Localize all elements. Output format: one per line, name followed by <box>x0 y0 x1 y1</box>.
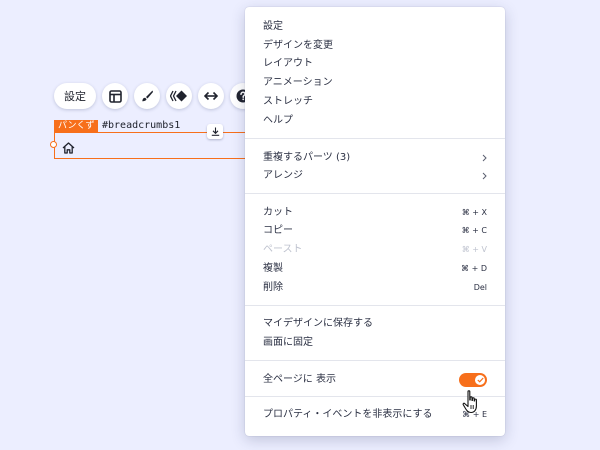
menu-item-paste: ペースト ⌘ + V <box>263 241 487 259</box>
menu-item-delete[interactable]: 削除 Del <box>263 279 487 297</box>
brush-icon <box>142 90 153 102</box>
selected-component-frame[interactable] <box>54 132 254 159</box>
menu-divider <box>245 193 505 194</box>
stretch-icon <box>204 91 218 101</box>
animation-button[interactable] <box>166 83 192 109</box>
toggle-knob <box>475 375 485 385</box>
component-id: #breadcrumbs1 <box>102 120 181 131</box>
show-all-pages-toggle[interactable] <box>459 373 487 387</box>
check-icon <box>476 377 484 383</box>
menu-item-save-to-my-designs[interactable]: マイデザインに保存する <box>263 315 487 333</box>
menu-item-duplicate[interactable]: 複製 ⌘ + D <box>263 260 487 278</box>
animation-icon <box>170 90 187 102</box>
menu-item-show-all-pages[interactable]: 全ページに 表示 <box>263 371 487 389</box>
layout-icon <box>108 89 122 103</box>
design-button[interactable] <box>134 83 160 109</box>
layout-button[interactable] <box>102 83 128 109</box>
context-menu: 設定 デザインを変更 レイアウト アニメーション ストレッチ ヘルプ 重複するパ… <box>245 7 505 436</box>
menu-item-animation[interactable]: アニメーション <box>263 74 487 92</box>
stretch-button[interactable] <box>198 83 224 109</box>
menu-item-settings[interactable]: 設定 <box>263 18 487 36</box>
menu-divider <box>245 305 505 306</box>
hand-cursor-icon <box>462 390 482 418</box>
menu-item-copy[interactable]: コピー ⌘ + C <box>263 222 487 240</box>
menu-item-layout[interactable]: レイアウト <box>263 55 487 73</box>
shortcut-copy: ⌘ + C <box>461 226 487 235</box>
component-type-tag: パンくず <box>54 120 99 132</box>
shortcut-duplicate: ⌘ + D <box>461 264 487 273</box>
chevron-right-icon <box>482 172 487 180</box>
menu-item-overlapping-parts[interactable]: 重複するパーツ (3) <box>263 149 487 167</box>
settings-button[interactable]: 設定 <box>54 83 96 109</box>
menu-item-pin-to-screen[interactable]: 画面に固定 <box>263 334 487 352</box>
shortcut-delete: Del <box>473 283 487 292</box>
shortcut-paste: ⌘ + V <box>461 245 487 254</box>
download-button[interactable] <box>207 124 223 139</box>
download-icon <box>211 127 219 136</box>
resize-handle[interactable] <box>50 141 57 148</box>
menu-item-help[interactable]: ヘルプ <box>263 112 487 130</box>
menu-item-stretch[interactable]: ストレッチ <box>263 93 487 111</box>
menu-divider <box>245 360 505 361</box>
chevron-right-icon <box>482 154 487 162</box>
home-icon <box>62 139 75 158</box>
shortcut-cut: ⌘ + X <box>461 208 487 217</box>
menu-item-change-design[interactable]: デザインを変更 <box>263 37 487 55</box>
menu-divider <box>245 138 505 139</box>
menu-item-cut[interactable]: カット ⌘ + X <box>263 204 487 222</box>
menu-item-hide-properties-events[interactable]: プロパティ・イベントを非表示にする ⌘ + E <box>263 406 487 424</box>
component-toolbar: 設定 <box>54 83 256 109</box>
menu-item-arrange[interactable]: アレンジ <box>263 167 487 185</box>
